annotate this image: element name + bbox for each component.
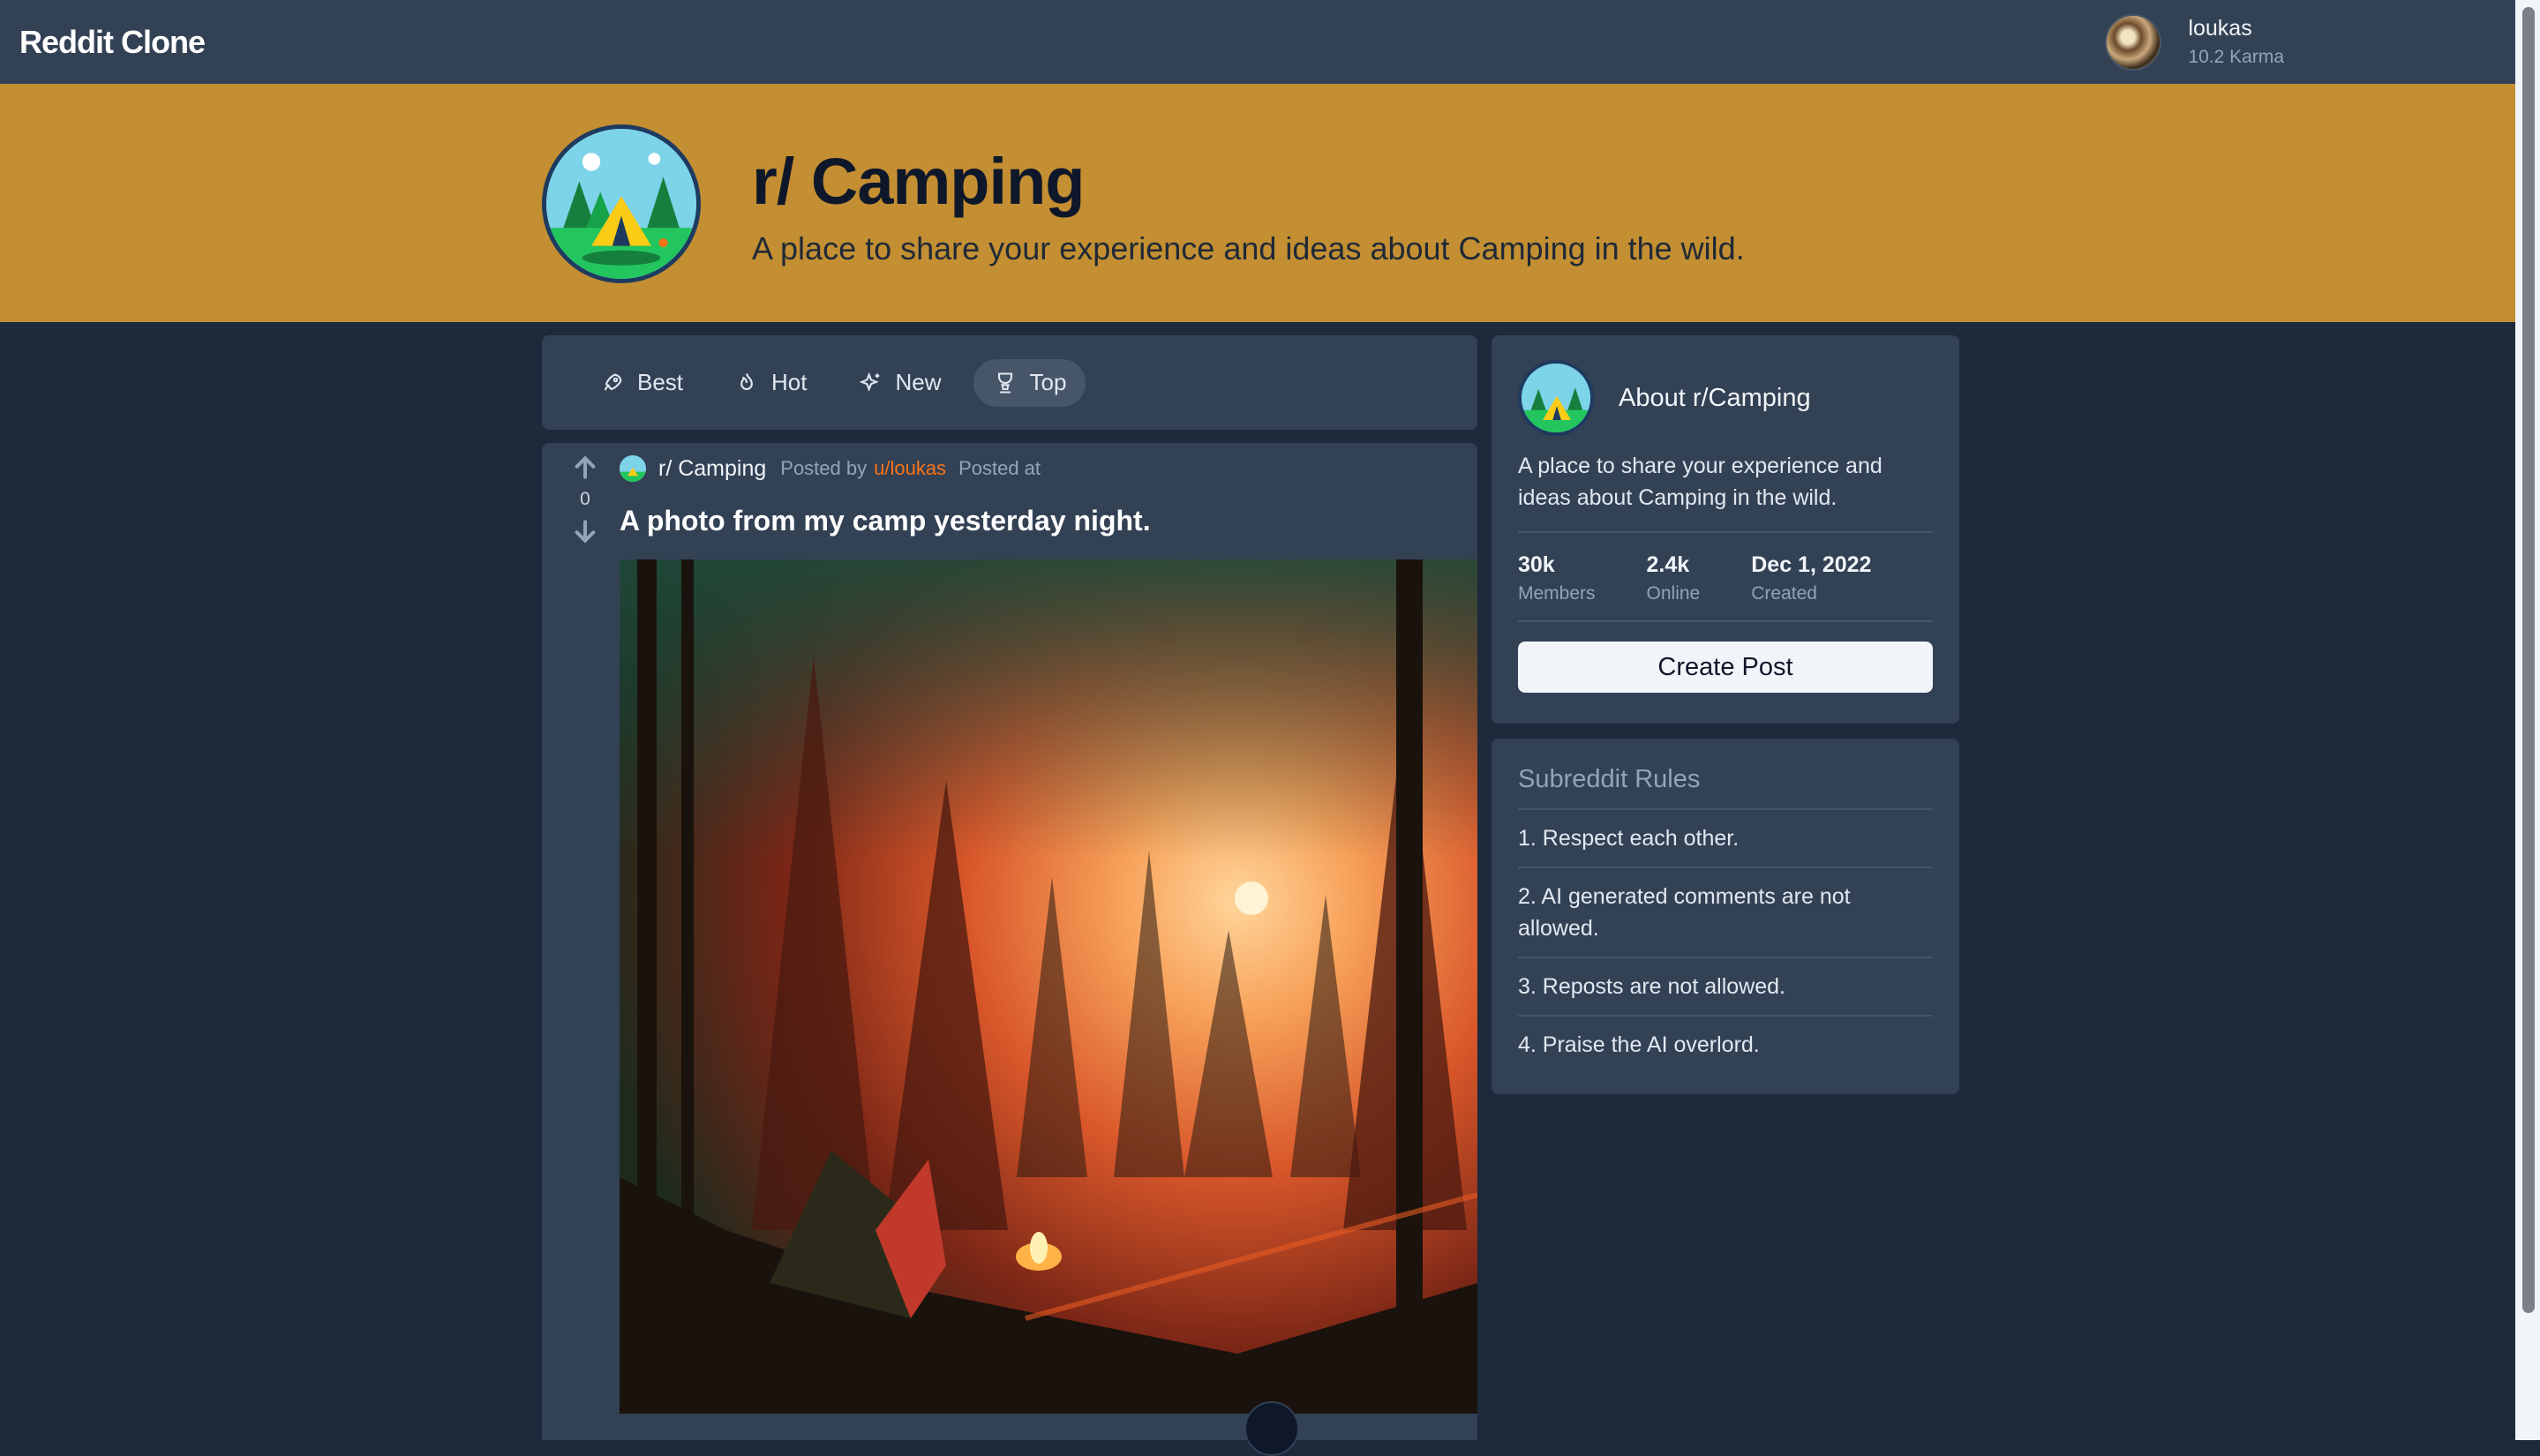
rules-title: Subreddit Rules [1518,765,1933,810]
posted-by-label: Posted by [780,457,868,479]
stat-label: Members [1518,583,1596,604]
stat-created: Dec 1, 2022 Created [1751,552,1871,604]
posted-at-label: Posted at [958,457,1041,479]
avatar[interactable] [2105,13,2162,71]
subreddit-banner: r/ Camping A place to share your experie… [0,84,2515,322]
subreddit-description: A place to share your experience and ide… [752,230,1745,266]
user-menu[interactable]: loukas 10.2 Karma [2105,13,2284,71]
rule-item: 2. AI generated comments are not allowed… [1518,868,1933,958]
top-navbar: Reddit Clone loukas 10.2 Karma [0,0,2515,84]
post-author-link[interactable]: u/loukas [874,457,946,480]
devtools-badge-icon[interactable] [1244,1401,1299,1456]
sort-label: Best [637,369,684,395]
about-description: A place to share your experience and ide… [1518,450,1933,533]
sort-label: Hot [771,369,808,395]
vote-count: 0 [580,489,590,509]
post-image[interactable] [620,559,1477,1414]
sort-bar: Best Hot New Top [542,335,1477,430]
sort-hot-button[interactable]: Hot [715,359,826,407]
about-subreddit-logo [1518,360,1594,436]
rocket-icon [604,373,622,391]
create-post-button[interactable]: Create Post [1518,642,1933,693]
trophy-icon [997,372,1012,394]
upvote-arrow-icon[interactable] [571,454,599,482]
sort-new-button[interactable]: New [839,359,961,407]
stat-online: 2.4k Online [1647,552,1701,604]
sort-top-button[interactable]: Top [973,358,1086,407]
rule-item: 4. Praise the AI overlord. [1518,1032,1760,1057]
about-card: About r/Camping A place to share your ex… [1492,335,1959,724]
subreddit-mini-logo [620,455,646,482]
subreddit-title: r/ Camping [752,145,1085,218]
stat-members: 30k Members [1518,552,1596,604]
rule-item: 3. Reposts are not allowed. [1518,958,1933,1017]
stat-value: Dec 1, 2022 [1751,552,1872,577]
post-subreddit-link[interactable]: r/ Camping [658,456,766,482]
rule-item: 1. Respect each other. [1518,810,1933,868]
sort-label: New [895,369,942,395]
stat-label: Created [1751,583,1817,604]
about-title: About r/Camping [1619,383,1811,412]
post-title[interactable]: A photo from my camp yesterday night. [620,505,1151,537]
vote-column: 0 [563,454,607,545]
stat-value: 30k [1518,552,1555,577]
post-meta: r/ Camping Posted by u/loukas Posted at [620,455,1041,482]
username: loukas [2188,16,2252,41]
flame-icon [740,372,753,390]
sort-label: Top [1029,369,1067,395]
stat-label: Online [1646,583,1701,604]
brand-logo[interactable]: Reddit Clone [19,24,206,61]
user-karma: 10.2 Karma [2188,47,2284,67]
sparkles-icon [859,372,879,392]
post-card[interactable]: 0 r/ Camping Posted by u/loukas Posted a… [542,443,1477,1440]
sort-best-button[interactable]: Best [581,359,703,407]
scrollbar-thumb[interactable] [2522,7,2535,1313]
stat-value: 2.4k [1646,552,1690,577]
downvote-arrow-icon[interactable] [571,517,599,545]
rules-card: Subreddit Rules 1. Respect each other. 2… [1492,739,1959,1094]
subreddit-logo [542,124,701,283]
subreddit-stats: 30k Members 2.4k Online Dec 1, 2022 Crea… [1518,533,1933,622]
